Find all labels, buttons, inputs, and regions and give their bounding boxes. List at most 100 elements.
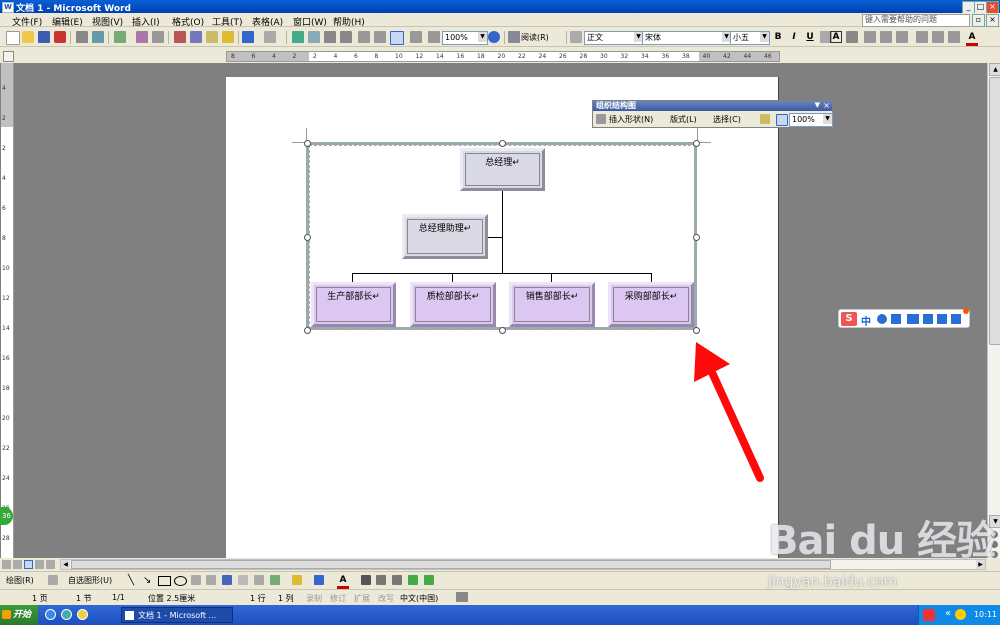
bold-button[interactable]: B <box>772 31 784 43</box>
punctuation-icon[interactable] <box>891 314 901 324</box>
permission-icon[interactable] <box>54 31 66 43</box>
shadow-icon[interactable] <box>408 575 418 585</box>
align-justify-icon[interactable] <box>896 31 908 43</box>
help-question-input[interactable]: 键入需要帮助的问题 <box>862 14 970 27</box>
normal-view-icon[interactable] <box>2 560 11 569</box>
wrench-icon[interactable] <box>951 314 961 324</box>
line-color-icon[interactable] <box>314 575 324 585</box>
menu-insert[interactable]: 插入(I) <box>132 15 160 28</box>
italic-button[interactable]: I <box>788 31 800 43</box>
word-app-icon[interactable]: W <box>2 2 14 13</box>
sogou-logo-icon[interactable]: S <box>841 312 857 326</box>
web-view-icon[interactable] <box>13 560 22 569</box>
research-icon[interactable] <box>136 31 148 43</box>
select-objects-icon[interactable] <box>48 575 58 585</box>
qq-tray-icon[interactable] <box>955 609 966 620</box>
tray-expand-button[interactable]: « <box>945 608 951 619</box>
resize-handle-tl[interactable] <box>304 140 311 147</box>
status-ext[interactable]: 扩展 <box>354 593 370 604</box>
horizontal-ruler[interactable]: 8 6 4 2 2 4 6 8 10 12 14 16 18 20 22 24 26 28 30 32 34 36 38 40… <box>226 51 780 62</box>
menu-table[interactable]: 表格(A) <box>252 15 283 28</box>
columns-icon[interactable] <box>358 31 370 43</box>
toolbar-close-icon[interactable]: × <box>823 101 830 111</box>
autoshapes-button[interactable]: 自选图形(U) <box>68 575 112 586</box>
cut-icon[interactable] <box>174 31 186 43</box>
doc-restore-button[interactable]: ▫ <box>972 14 985 27</box>
org-node-sales[interactable]: 销售部部长↵ <box>509 282 595 327</box>
read-mode-button[interactable]: 阅读(R) <box>521 32 549 43</box>
resize-handle-tm[interactable] <box>499 140 506 147</box>
spelling-status-icon[interactable] <box>456 592 468 602</box>
org-zoom-select[interactable]: 100% ▼ <box>789 113 833 127</box>
document-map-icon[interactable] <box>390 31 404 45</box>
arrow-tool-icon[interactable]: ↘ <box>143 575 151 586</box>
fit-text-icon[interactable] <box>776 114 788 126</box>
quicklaunch-icon[interactable] <box>61 609 72 620</box>
user-icon[interactable] <box>923 314 933 324</box>
drawing-icon[interactable] <box>374 31 386 43</box>
redo-icon[interactable] <box>264 31 276 43</box>
vertical-textbox-icon[interactable] <box>206 575 216 585</box>
style-select[interactable]: 正文 ▼ <box>584 31 644 45</box>
menu-help[interactable]: 帮助(H) <box>333 15 365 28</box>
vertical-scrollbar[interactable]: ▲ ▼ <box>987 63 1000 558</box>
print-icon[interactable] <box>76 31 88 43</box>
dash-style-icon[interactable] <box>376 575 386 585</box>
ime-toolbar[interactable]: S 中 <box>838 308 970 328</box>
zoom-select[interactable]: 100% ▼ <box>442 31 488 45</box>
autoformat-icon[interactable] <box>760 114 770 124</box>
styles-formatting-icon[interactable] <box>570 31 582 43</box>
underline-button[interactable]: U <box>804 31 816 43</box>
status-language[interactable]: 中文(中国) <box>400 593 438 604</box>
org-node-assistant[interactable]: 总经理助理↵ <box>402 214 488 259</box>
resize-handle-tr[interactable] <box>693 140 700 147</box>
reading-view-icon[interactable] <box>46 560 55 569</box>
media-icon[interactable] <box>77 609 88 620</box>
textbox-icon[interactable] <box>191 575 201 585</box>
vertical-ruler[interactable]: 42246810121416182022242628 <box>1 63 14 558</box>
paragraph-mark-icon[interactable] <box>428 31 440 43</box>
task-word-document[interactable]: 文档 1 - Microsoft ... <box>121 607 233 623</box>
align-center-icon[interactable] <box>880 31 892 43</box>
outline-view-icon[interactable] <box>35 560 44 569</box>
draw-font-color-button[interactable]: A <box>337 574 349 589</box>
help-icon[interactable] <box>488 31 500 43</box>
resize-handle-br[interactable] <box>693 327 700 334</box>
menu-edit[interactable]: 编辑(E) <box>52 15 83 28</box>
layout-button[interactable]: 版式(L) <box>670 114 697 125</box>
font-color-button[interactable]: A <box>966 31 978 46</box>
scroll-up-button[interactable]: ▲ <box>989 63 1000 76</box>
insert-table-icon[interactable] <box>324 31 336 43</box>
paste-icon[interactable] <box>206 31 218 43</box>
translate-icon[interactable] <box>152 31 164 43</box>
read-mode-icon[interactable] <box>508 31 520 43</box>
org-node-production[interactable]: 生产部部长↵ <box>311 282 396 327</box>
align-left-icon[interactable] <box>864 31 876 43</box>
fill-color-icon[interactable] <box>292 575 302 585</box>
menu-file[interactable]: 文件(F) <box>12 15 42 28</box>
print-view-icon[interactable] <box>24 560 33 569</box>
copy-icon[interactable] <box>190 31 202 43</box>
numbering-icon[interactable] <box>916 31 928 43</box>
font-size-select[interactable]: 小五 ▼ <box>730 31 770 45</box>
new-document-icon[interactable] <box>6 31 20 45</box>
skin-icon[interactable] <box>937 314 947 324</box>
picture-icon[interactable] <box>270 575 280 585</box>
ime-mode-label[interactable]: 中 <box>861 313 871 328</box>
org-node-qc[interactable]: 质检部部长↵ <box>410 282 496 327</box>
indent-icon[interactable] <box>948 31 960 43</box>
arrow-style-icon[interactable] <box>392 575 402 585</box>
doc-close-button[interactable]: × <box>986 14 999 27</box>
save-icon[interactable] <box>38 31 50 43</box>
line-tool-icon[interactable]: ╲ <box>128 575 134 586</box>
tab-selector[interactable] <box>3 51 14 62</box>
clipart-icon[interactable] <box>254 575 264 585</box>
char-border-button[interactable]: A <box>830 31 842 43</box>
status-trk[interactable]: 修订 <box>330 593 346 604</box>
scroll-thumb[interactable] <box>989 77 1000 345</box>
draw-menu-button[interactable]: 绘图(R) <box>6 575 34 586</box>
horizontal-scroll-thumb[interactable] <box>71 560 831 569</box>
start-button[interactable]: 开始 <box>0 605 38 625</box>
menu-window[interactable]: 窗口(W) <box>293 15 327 28</box>
tables-borders-icon[interactable] <box>308 31 320 43</box>
